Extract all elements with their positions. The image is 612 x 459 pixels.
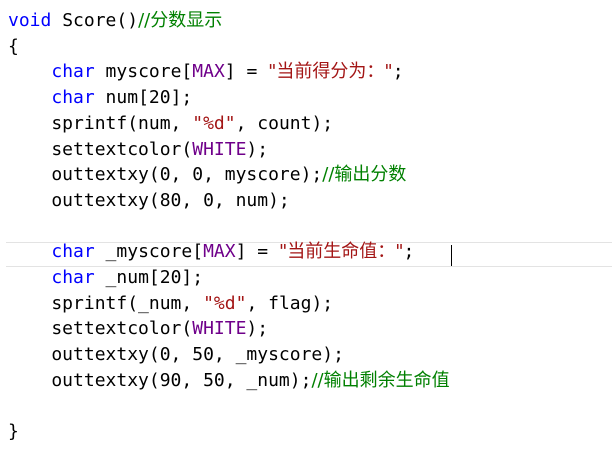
code-line[interactable]: outtextxy(0, 50, _myscore); bbox=[8, 342, 344, 368]
code-token: , count); bbox=[235, 112, 334, 134]
comment-token: //输出剩余生命值 bbox=[311, 369, 450, 391]
code-token: ); bbox=[246, 138, 269, 160]
code-line[interactable]: char _myscore[MAX] = "当前生命值："; bbox=[8, 239, 414, 265]
code-token: settextcolor( bbox=[8, 138, 193, 160]
code-token: ; bbox=[403, 241, 415, 263]
code-token: _num[20]; bbox=[94, 267, 204, 288]
code-token: outtextxy(0, 0, myscore); bbox=[8, 164, 323, 186]
macro-token: MAX bbox=[192, 61, 225, 83]
text-cursor bbox=[451, 245, 452, 266]
code-token: outtextxy(0, 50, _myscore); bbox=[8, 344, 344, 366]
code-token: ] = bbox=[224, 61, 269, 83]
keyword-token: char bbox=[51, 61, 95, 83]
keyword-token: char bbox=[51, 87, 95, 109]
code-line[interactable]: char _num[20]; bbox=[8, 265, 203, 291]
code-token: sprintf(_num, bbox=[8, 292, 204, 314]
code-line[interactable]: outtextxy(0, 0, myscore);//输出分数 bbox=[8, 162, 406, 188]
comment-token: //输出分数 bbox=[322, 164, 407, 186]
code-line[interactable]: settextcolor(WHITE); bbox=[8, 316, 268, 342]
code-line[interactable]: char num[20]; bbox=[8, 85, 192, 111]
code-line[interactable]: } bbox=[8, 419, 19, 445]
keyword-token: char bbox=[51, 267, 95, 288]
code-line[interactable]: char myscore[MAX] = "当前得分为："; bbox=[8, 59, 404, 85]
macro-token: WHITE bbox=[192, 318, 247, 340]
code-token: Score() bbox=[51, 10, 139, 31]
code-token: ); bbox=[246, 318, 269, 340]
code-token: num[20]; bbox=[94, 87, 193, 109]
string-token: "当前生命值：" bbox=[278, 241, 404, 263]
code-token: } bbox=[8, 421, 19, 443]
code-token: ] = bbox=[235, 241, 279, 263]
keyword-token: char bbox=[51, 241, 95, 263]
code-line[interactable]: sprintf(num, "%d", count); bbox=[8, 111, 333, 137]
code-line[interactable]: outtextxy(80, 0, num); bbox=[8, 188, 290, 214]
code-token: myscore[ bbox=[94, 61, 193, 83]
code-token: ; bbox=[392, 61, 404, 83]
string-token: "%d" bbox=[192, 112, 236, 134]
code-token: outtextxy(90, 50, _num); bbox=[8, 369, 312, 391]
keyword-token: void bbox=[8, 10, 52, 31]
code-token: , flag); bbox=[246, 292, 334, 314]
comment-token: //分数显示 bbox=[138, 10, 223, 31]
string-token: "%d" bbox=[203, 292, 247, 314]
code-line[interactable]: outtextxy(90, 50, _num);//输出剩余生命值 bbox=[8, 368, 450, 394]
code-line[interactable]: sprintf(_num, "%d", flag); bbox=[8, 291, 333, 317]
code-token: settextcolor( bbox=[8, 318, 193, 340]
macro-token: WHITE bbox=[192, 138, 247, 160]
code-line[interactable]: { bbox=[8, 34, 19, 60]
code-editor[interactable]: void Score()//分数显示{ char myscore[MAX] = … bbox=[0, 0, 612, 459]
code-token: outtextxy(80, 0, num); bbox=[8, 189, 290, 211]
string-token: "当前得分为：" bbox=[268, 61, 393, 83]
code-token: _myscore[ bbox=[94, 241, 204, 263]
code-token: { bbox=[8, 35, 19, 57]
macro-token: MAX bbox=[203, 241, 236, 263]
code-line[interactable]: void Score()//分数显示 bbox=[8, 8, 222, 34]
code-line[interactable]: settextcolor(WHITE); bbox=[8, 137, 268, 163]
code-token: sprintf(num, bbox=[8, 112, 193, 134]
